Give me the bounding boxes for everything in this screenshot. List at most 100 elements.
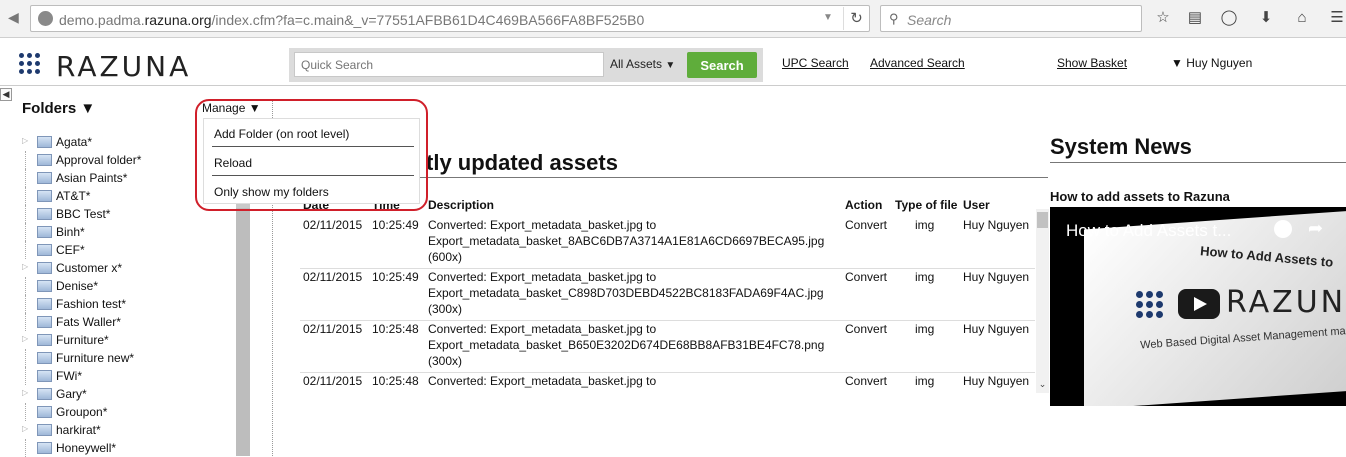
cell-description: Converted: Export_metadata_basket.jpg to… [428,322,825,368]
menu-item-only-my-folders[interactable]: Only show my folders [214,185,329,199]
globe-icon [38,11,53,26]
search-panel: All Assets ▼ Search [289,48,763,82]
caret-down-icon: ▼ [1171,56,1183,70]
menu-icon[interactable]: ☰ [1328,9,1346,27]
play-icon[interactable] [1178,289,1220,319]
menu-item-reload[interactable]: Reload [214,156,252,170]
folder-icon [37,172,52,184]
reading-list-icon[interactable]: ▤ [1186,9,1204,27]
folder-item[interactable]: ▷ Agata* [22,133,232,151]
cell-user: Huy Nguyen [963,270,1030,284]
caret-down-icon: ▼ [248,101,261,115]
expand-icon[interactable]: ▷ [22,136,28,145]
cell-description: Converted: Export_metadata_basket.jpg to… [428,270,824,316]
col-user-header: User [963,198,990,212]
download-icon[interactable]: ⬇ [1257,9,1275,27]
cell-date: 02/11/2015 [303,322,363,336]
col-description-header: Description [428,198,495,212]
system-news-title: System News [1050,134,1192,159]
cell-type: img [915,270,935,284]
scope-select[interactable]: All Assets ▼ [610,57,675,71]
cell-date: 02/11/2015 [303,218,363,232]
scroll-down-icon[interactable]: ⌄ [1036,379,1049,390]
cell-user: Huy Nguyen [963,322,1030,336]
back-arrow-icon[interactable]: ◀ [8,9,19,26]
folder-icon [37,154,52,166]
folder-icon [37,442,52,454]
menu-divider [212,146,414,147]
cell-date: 02/11/2015 [303,374,363,388]
table-row[interactable]: 02/11/2015 10:25:49 Converted: Export_me… [300,217,1035,269]
cell-user: Huy Nguyen [963,374,1030,388]
cell-description: Converted: Export_metadata_basket.jpg to [428,374,657,388]
folder-icon [37,136,52,148]
quick-search-input[interactable] [294,52,604,77]
video-player[interactable]: How to Add Assets to RAZUNA Web Based Di… [1050,207,1346,406]
news-rule [1050,162,1346,163]
cell-type: img [915,218,935,232]
cell-user: Huy Nguyen [963,218,1030,232]
recent-assets-title: tly updated assets [426,150,618,175]
reload-icon[interactable]: ↻ [843,7,869,30]
news-item-title[interactable]: How to add assets to Razuna [1050,189,1230,204]
bookmark-star-icon[interactable]: ☆ [1154,9,1172,27]
browser-toolbar: ◀ demo.padma.razuna.org/index.cfm?fa=c.m… [0,0,1346,38]
home-icon[interactable]: ⌂ [1293,9,1311,27]
url-dropdown-icon[interactable]: ▼ [823,12,833,23]
video-logo-text: RAZUNA [1226,285,1346,320]
menu-item-add-folder[interactable]: Add Folder (on root level) [214,127,349,141]
cell-date: 02/11/2015 [303,270,363,284]
watch-later-icon[interactable] [1274,220,1292,238]
folder-icon [37,424,52,436]
manage-dropdown: Add Folder (on root level) Reload Only s… [203,118,420,204]
folders-header[interactable]: Folders ▼ [22,100,95,117]
folder-item[interactable]: ▷ harkirat* [22,421,232,439]
pocket-icon[interactable]: ◯ [1220,9,1238,27]
cell-type: img [915,374,935,388]
cell-action: Convert [845,218,888,232]
folder-icon [37,190,52,202]
browser-search-placeholder: Search [907,12,952,28]
folder-item[interactable]: AT&T* [22,187,232,205]
col-action-header: Action [845,198,883,212]
cell-time: 10:25:49 [372,270,419,284]
cell-type: img [915,322,935,336]
table-scrollbar[interactable]: ⌄ [1036,209,1049,393]
table-row[interactable]: 02/11/2015 10:25:48 Converted: Export_me… [300,373,1035,393]
advanced-search-link[interactable]: Advanced Search [870,56,965,70]
collapse-panel-button[interactable]: ◀ [0,88,12,101]
show-basket-link[interactable]: Show Basket [1057,56,1127,70]
video-title[interactable]: How to Add Assets t... [1066,221,1231,241]
share-icon[interactable]: ➦ [1308,218,1323,239]
folder-item[interactable]: Asian Paints* [22,169,232,187]
upc-search-link[interactable]: UPC Search [782,56,849,70]
folder-item[interactable]: Approval folder* [22,151,232,169]
search-icon: ⚲ [889,11,899,26]
manage-menu-button[interactable]: Manage ▼ [202,101,261,115]
table-row[interactable]: 02/11/2015 10:25:49 Converted: Export_me… [300,269,1035,321]
cell-description: Converted: Export_metadata_basket.jpg to… [428,218,825,264]
cell-time: 10:25:49 [372,218,419,232]
logo-dots-icon [19,53,41,75]
browser-search-box[interactable]: ⚲ Search [880,5,1142,32]
menu-divider [212,175,414,176]
logo-text: RAZUNA [56,50,192,83]
table-row[interactable]: 02/11/2015 10:25:48 Converted: Export_me… [300,321,1035,373]
cell-time: 10:25:48 [372,374,419,388]
cell-action: Convert [845,270,888,284]
scrollbar-thumb[interactable] [1037,212,1048,228]
url-text: demo.padma.razuna.org/index.cfm?fa=c.mai… [59,12,645,28]
address-bar[interactable]: demo.padma.razuna.org/index.cfm?fa=c.mai… [30,5,870,32]
folder-icon [37,406,52,418]
logo-dots-icon [1136,291,1166,321]
expand-icon[interactable]: ▷ [22,424,28,433]
folder-item[interactable]: Honeywell* [22,439,232,457]
app-header: RAZUNA All Assets ▼ Search UPC Search Ad… [0,38,1346,86]
cell-action: Convert [845,374,888,388]
cell-time: 10:25:48 [372,322,419,336]
folder-item[interactable]: Groupon* [22,403,232,421]
user-menu[interactable]: ▼ Huy Nguyen [1171,56,1252,70]
caret-down-icon: ▼ [80,100,96,117]
cell-action: Convert [845,322,888,336]
search-button[interactable]: Search [687,52,757,78]
